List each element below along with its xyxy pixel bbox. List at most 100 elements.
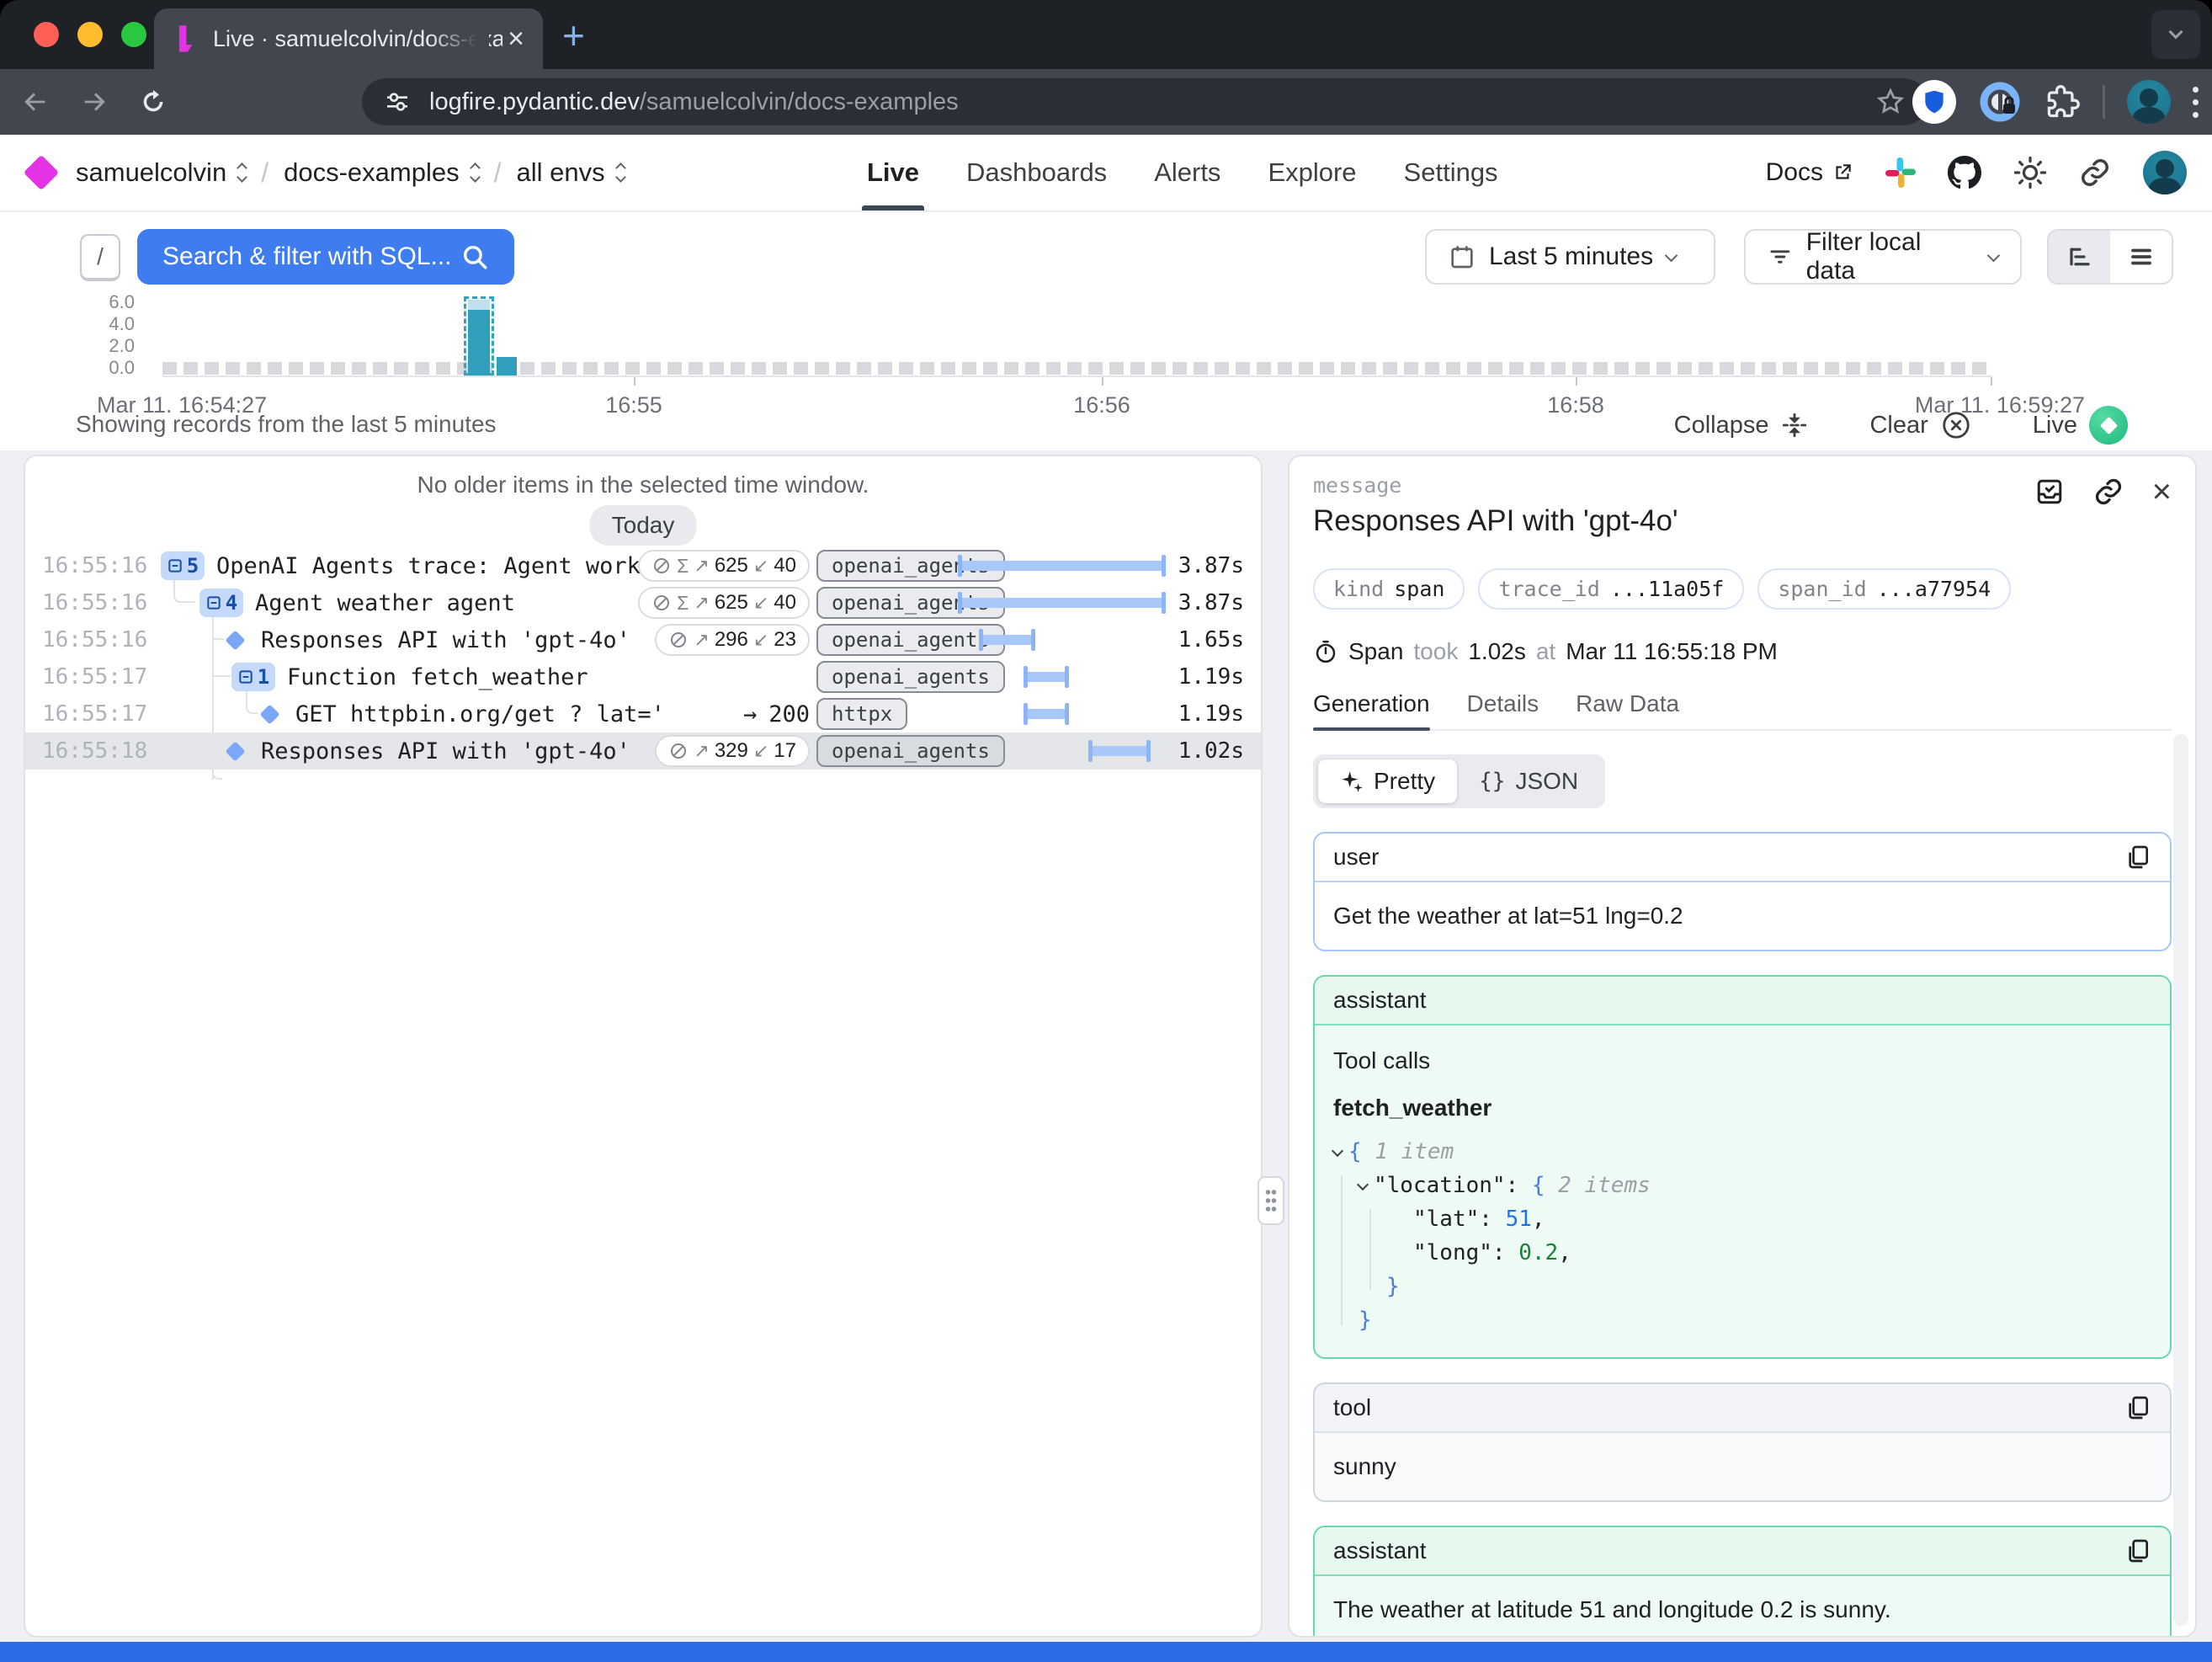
trace-rows: 16:55:16 5 OpenAI Agents trace: Agent wo… (25, 547, 1261, 770)
token-usage-badge[interactable]: Σ ↗625 ↙40 (638, 550, 810, 582)
url-text[interactable]: logfire.pydantic.dev/samuelcolvin/docs-e… (429, 88, 1875, 116)
archive-check-button[interactable] (2034, 477, 2065, 507)
tab-search-button[interactable] (2151, 10, 2200, 59)
collapse-count-badge[interactable]: 4 (199, 589, 243, 617)
slack-icon[interactable] (1885, 157, 1916, 188)
span-id-pill[interactable]: span_id...a77954 (1757, 568, 2011, 610)
copy-link-button[interactable] (2093, 477, 2124, 507)
tab-raw-data[interactable]: Raw Data (1576, 690, 1679, 729)
reload-button[interactable] (130, 78, 177, 125)
json-value-long: 0.2 (1518, 1240, 1558, 1265)
nav-settings[interactable]: Settings (1404, 135, 1498, 210)
list-view-button[interactable] (2110, 231, 2172, 283)
message-role: assistant (1333, 987, 1427, 1014)
trace-id-pill[interactable]: trace_id...11a05f (1478, 568, 1744, 610)
duration-bar (1025, 672, 1067, 682)
privacy-extension-icon[interactable] (1978, 80, 2022, 124)
url-bar[interactable]: logfire.pydantic.dev/samuelcolvin/docs-e… (362, 78, 1928, 125)
json-toggle-button[interactable]: {} JSON (1457, 759, 1600, 803)
forward-button[interactable] (71, 78, 118, 125)
env-selector[interactable]: all envs (516, 157, 624, 188)
time-range-dropdown[interactable]: Last 5 minutes (1425, 229, 1715, 285)
site-settings-icon[interactable] (384, 88, 411, 115)
http-status: → 200 (743, 701, 810, 727)
child-count: 4 (226, 591, 237, 615)
search-filter-button[interactable]: Search & filter with SQL... (137, 229, 514, 285)
copy-icon[interactable] (2124, 844, 2151, 871)
panel-resize-handle[interactable] (1258, 1176, 1284, 1225)
nav-live[interactable]: Live (867, 135, 919, 210)
timeline-baseline-dashes (162, 362, 1992, 375)
copy-icon[interactable] (2124, 1537, 2151, 1564)
tab-close-icon[interactable]: × (508, 24, 524, 53)
browser-tab[interactable]: Live · samuelcolvin/docs-exa × (154, 8, 543, 69)
extension-area (1912, 76, 2199, 128)
collapse-button[interactable]: Collapse (1674, 411, 1810, 439)
nav-explore[interactable]: Explore (1268, 135, 1356, 210)
today-badge[interactable]: Today (590, 505, 697, 546)
list-view-icon (2129, 244, 2154, 269)
extensions-puzzle-icon[interactable] (2044, 83, 2081, 120)
token-usage-badge[interactable]: ↗329 ↙17 (655, 735, 810, 767)
activity-timeline-chart[interactable]: 6.0 4.0 2.0 0.0 Mar 11. 16:54:27 16:55 1… (0, 295, 2212, 421)
browser-menu-icon[interactable] (2193, 87, 2199, 118)
trace-row[interactable]: 16:55:16 5 OpenAI Agents trace: Agent wo… (25, 547, 1261, 584)
trace-row[interactable]: 16:55:17 GET httpbin.org/get ? lat='51.0… (25, 695, 1261, 732)
collapse-count-badge[interactable]: 1 (231, 663, 275, 691)
arrow-down-icon: ↙ (753, 629, 768, 651)
browser-profile-avatar[interactable] (2127, 80, 2171, 124)
chevron-down-icon (1665, 248, 1678, 262)
filter-local-data-dropdown[interactable]: Filter local data (1744, 229, 2022, 285)
minimize-window-button[interactable] (77, 22, 103, 47)
github-icon[interactable] (1948, 156, 1981, 189)
clear-button[interactable]: Clear (1869, 409, 1971, 441)
zoom-window-button[interactable] (121, 22, 146, 47)
json-collapse-chevron[interactable] (1357, 1179, 1369, 1191)
trace-row[interactable]: 16:55:17 1 Function fetch_weather openai… (25, 658, 1261, 695)
search-icon (460, 242, 489, 271)
kind-pill[interactable]: kindspan (1313, 568, 1465, 610)
live-toggle[interactable]: Live (2033, 406, 2128, 445)
nav-alerts[interactable]: Alerts (1154, 135, 1220, 210)
trace-row[interactable]: 16:55:16 4 Agent weather agent Σ ↗625 ↙4… (25, 584, 1261, 621)
browser-tab-strip: Live · samuelcolvin/docs-exa × + (0, 0, 2212, 69)
duration-text: 3.87s (1170, 590, 1244, 615)
json-collapse-chevron[interactable] (1332, 1145, 1343, 1157)
timeline-bar-small[interactable] (497, 357, 517, 376)
scope-tag[interactable]: httpx (816, 698, 907, 730)
output-tokens: 40 (774, 591, 796, 615)
message-card-assistant-toolcall: assistant Tool calls fetch_weather { 1 i… (1313, 975, 2172, 1359)
token-usage-badge[interactable]: ↗296 ↙23 (655, 624, 810, 656)
project-selector[interactable]: docs-examples (284, 157, 478, 188)
docs-link[interactable]: Docs (1766, 158, 1853, 187)
user-avatar[interactable] (2143, 151, 2187, 194)
share-link-icon[interactable] (2079, 157, 2111, 189)
pretty-toggle-button[interactable]: Pretty (1318, 759, 1457, 803)
org-selector[interactable]: samuelcolvin (76, 157, 246, 188)
tab-generation[interactable]: Generation (1313, 690, 1430, 729)
y-tick-0: 0.0 (84, 357, 135, 379)
back-button[interactable] (12, 78, 59, 125)
token-usage-badge[interactable]: Σ ↗625 ↙40 (638, 587, 810, 619)
message-card-user: user Get the weather at lat=51 lng=0.2 (1313, 832, 2172, 951)
detail-scrollbar[interactable] (2173, 734, 2188, 1626)
duration-text: 1.19s (1170, 664, 1244, 690)
tab-details[interactable]: Details (1467, 690, 1539, 729)
collapse-count-badge[interactable]: 5 (161, 551, 205, 580)
close-panel-icon[interactable]: × (2152, 475, 2172, 509)
trace-row-selected[interactable]: 16:55:18 Responses API with 'gpt-4o' ↗32… (25, 732, 1261, 770)
arrow-down-icon: ↙ (753, 740, 768, 762)
new-tab-button[interactable]: + (562, 19, 585, 52)
input-tokens: 625 (715, 591, 748, 615)
tree-view-button[interactable] (2049, 231, 2110, 283)
bitwarden-extension-icon[interactable] (1912, 80, 1956, 124)
nav-dashboards[interactable]: Dashboards (966, 135, 1107, 210)
y-tick-4: 4.0 (84, 313, 135, 335)
copy-icon[interactable] (2124, 1394, 2151, 1421)
timeline-bar-main[interactable] (468, 310, 490, 376)
bookmark-star-icon[interactable] (1875, 87, 1906, 117)
theme-toggle-sun-icon[interactable] (2013, 156, 2047, 189)
close-window-button[interactable] (34, 22, 59, 47)
trace-row[interactable]: 16:55:16 Responses API with 'gpt-4o' ↗29… (25, 621, 1261, 658)
duration-bar (1025, 709, 1067, 719)
